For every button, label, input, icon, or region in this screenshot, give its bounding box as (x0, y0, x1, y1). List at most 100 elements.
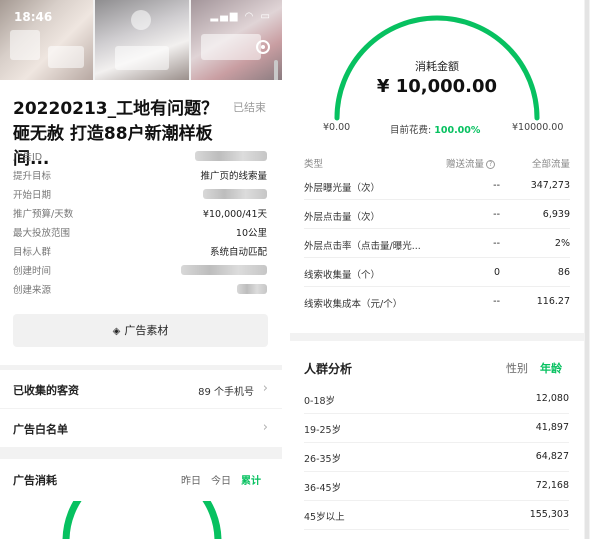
audience-title: 人群分析 (304, 362, 353, 376)
audience-row: 26-35岁 64,827 (304, 443, 569, 472)
layers-icon: ◈ (112, 326, 121, 337)
metric-name: 外层曝光量（次） (304, 183, 381, 194)
info-key: 最大投放范围 (13, 228, 71, 239)
info-key: 创建时间 (13, 266, 52, 277)
age-value: 12,080 (535, 393, 569, 404)
whitelist-label: 广告白名单 (13, 423, 68, 436)
metric-total: 2% (554, 238, 570, 249)
info-value: 10公里 (235, 228, 267, 239)
gauge-spent-label: 目前花费: (390, 125, 432, 136)
metrics-row: 外层点击率（点击量/曝光... -- 2% (304, 229, 570, 258)
photo-detail (10, 30, 40, 60)
status-badge: 已结束 (233, 101, 266, 114)
gauge-spent: 目前花费: 100.00% (390, 122, 480, 136)
spend-card: 广告消耗 昨日 今日 累计 (0, 459, 282, 539)
gauge-label: 消耗金额 (415, 60, 459, 73)
whitelist-row[interactable]: 广告白名单 › (0, 409, 282, 447)
spend-gauge-card: 消耗金额 ¥ 10,000.00 ¥0.00 目前花费: 100.00% ¥10… (290, 0, 584, 333)
tab-gender[interactable]: 性别 (506, 360, 528, 376)
ad-photo-2[interactable] (95, 0, 189, 80)
spend-gauge-arc (62, 501, 222, 539)
info-key: 提升目标 (13, 171, 52, 182)
age-range: 36-45岁 (304, 483, 342, 494)
gauge-spent-percent: 100.00% (434, 125, 481, 136)
gauge-min: ¥0.00 (323, 122, 351, 133)
info-row-created-time: 创建时间 (13, 261, 267, 280)
ad-info-card: 20220213_工地有问题？砸无赦 打造88户新潮样板间... 已结束 广告I… (0, 80, 282, 365)
audience-row: 19-25岁 41,897 (304, 414, 569, 443)
metrics-row: 外层曝光量（次） -- 347,273 (304, 171, 570, 200)
audience-row: 45岁以上 155,303 (304, 501, 569, 530)
info-row-budget: 推广预算/天数 ¥10,000/41天 (13, 204, 267, 223)
redacted-value (237, 284, 267, 294)
redacted-value (203, 189, 267, 199)
info-key: 开始日期 (13, 190, 52, 201)
metric-total: 347,273 (530, 180, 570, 191)
metric-total: 116.27 (536, 296, 570, 307)
metrics-header-total: 全部流量 (531, 159, 570, 170)
audience-row: 36-45岁 72,168 (304, 472, 569, 501)
customers-label: 已收集的客资 (13, 384, 79, 397)
gauge-max: ¥10000.00 (512, 122, 564, 133)
ad-detail-panel: 18:46 ▂▄▆ ◠ ▭ 20220213_工地有问题？砸无赦 打造88户新潮… (0, 0, 282, 539)
photo-detail (48, 46, 84, 68)
chevron-right-icon: › (262, 381, 268, 396)
info-row-ad-id: 广告ID (13, 147, 267, 166)
tab-today[interactable]: 今日 (211, 472, 231, 487)
metrics-row: 外层点击量（次） -- 6,939 (304, 200, 570, 229)
info-row-source: 创建来源 (13, 280, 267, 299)
info-row-range: 最大投放范围 10公里 (13, 223, 267, 242)
redacted-value (181, 265, 267, 275)
info-key: 创建来源 (13, 285, 52, 296)
info-key: 目标人群 (13, 247, 52, 258)
metric-gift: -- (493, 209, 500, 220)
metric-gift: -- (493, 180, 500, 191)
metric-total: 6,939 (542, 209, 570, 220)
age-value: 155,303 (529, 509, 569, 520)
metric-gift: -- (493, 238, 500, 249)
age-range: 26-35岁 (304, 454, 342, 465)
scrollbar[interactable] (585, 0, 589, 539)
photo-detail (115, 46, 170, 70)
gauge-amount: ¥ 10,000.00 (376, 76, 498, 97)
metric-name: 外层点击率（点击量/曝光... (304, 241, 421, 252)
age-value: 64,827 (535, 451, 569, 462)
ad-stats-panel: 消耗金额 ¥ 10,000.00 ¥0.00 目前花费: 100.00% ¥10… (290, 0, 590, 539)
audience-card: 人群分析 性别 年龄 0-18岁 12,080 19-25岁 41,897 26… (290, 341, 584, 539)
info-row-audience: 目标人群 系统自动匹配 (13, 242, 267, 261)
signal-wifi-battery-icon: ▂▄▆ ◠ ▭ (210, 11, 272, 22)
info-value: 系统自动匹配 (209, 247, 267, 258)
metric-name: 外层点击量（次） (304, 212, 381, 223)
metrics-header-gift: 赠送流量? (446, 156, 496, 170)
photo-detail (131, 10, 152, 30)
tab-cumulative[interactable]: 累计 (241, 472, 261, 487)
info-key: 推广预算/天数 (13, 209, 74, 220)
info-key: 广告ID (13, 152, 43, 163)
photo-detail (200, 34, 261, 60)
customers-row[interactable]: 已收集的客资 89 个手机号 › (0, 370, 282, 408)
redacted-value (195, 151, 267, 161)
ad-material-button[interactable]: ◈ 广告素材 (13, 314, 268, 347)
info-row-start-date: 开始日期 (13, 185, 267, 204)
tab-yesterday[interactable]: 昨日 (181, 472, 201, 487)
age-value: 72,168 (535, 480, 569, 491)
help-icon[interactable]: ? (486, 160, 496, 169)
metrics-row: 线索收集成本（元/个） -- 116.27 (304, 287, 570, 316)
metrics-row: 线索收集量（个） 0 86 (304, 258, 570, 287)
ad-material-label: 广告素材 (124, 324, 169, 337)
age-range: 0-18岁 (304, 396, 336, 407)
chevron-right-icon: › (262, 420, 268, 435)
metric-name: 线索收集成本（元/个） (304, 299, 403, 310)
metric-total: 86 (557, 267, 570, 278)
metric-gift: 0 (493, 267, 500, 278)
customers-count: 89 个手机号 (198, 387, 254, 398)
info-value: ¥10,000/41天 (202, 209, 267, 220)
age-value: 41,897 (535, 422, 569, 433)
audience-row: 0-18岁 12,080 (304, 385, 569, 414)
camera-icon[interactable] (256, 40, 270, 54)
metric-name: 线索收集量（个） (304, 270, 381, 281)
info-row-goal: 提升目标 推广页的线索量 (13, 166, 267, 185)
age-range: 19-25岁 (304, 425, 342, 436)
metric-gift: -- (493, 296, 500, 307)
tab-age[interactable]: 年龄 (540, 360, 562, 376)
